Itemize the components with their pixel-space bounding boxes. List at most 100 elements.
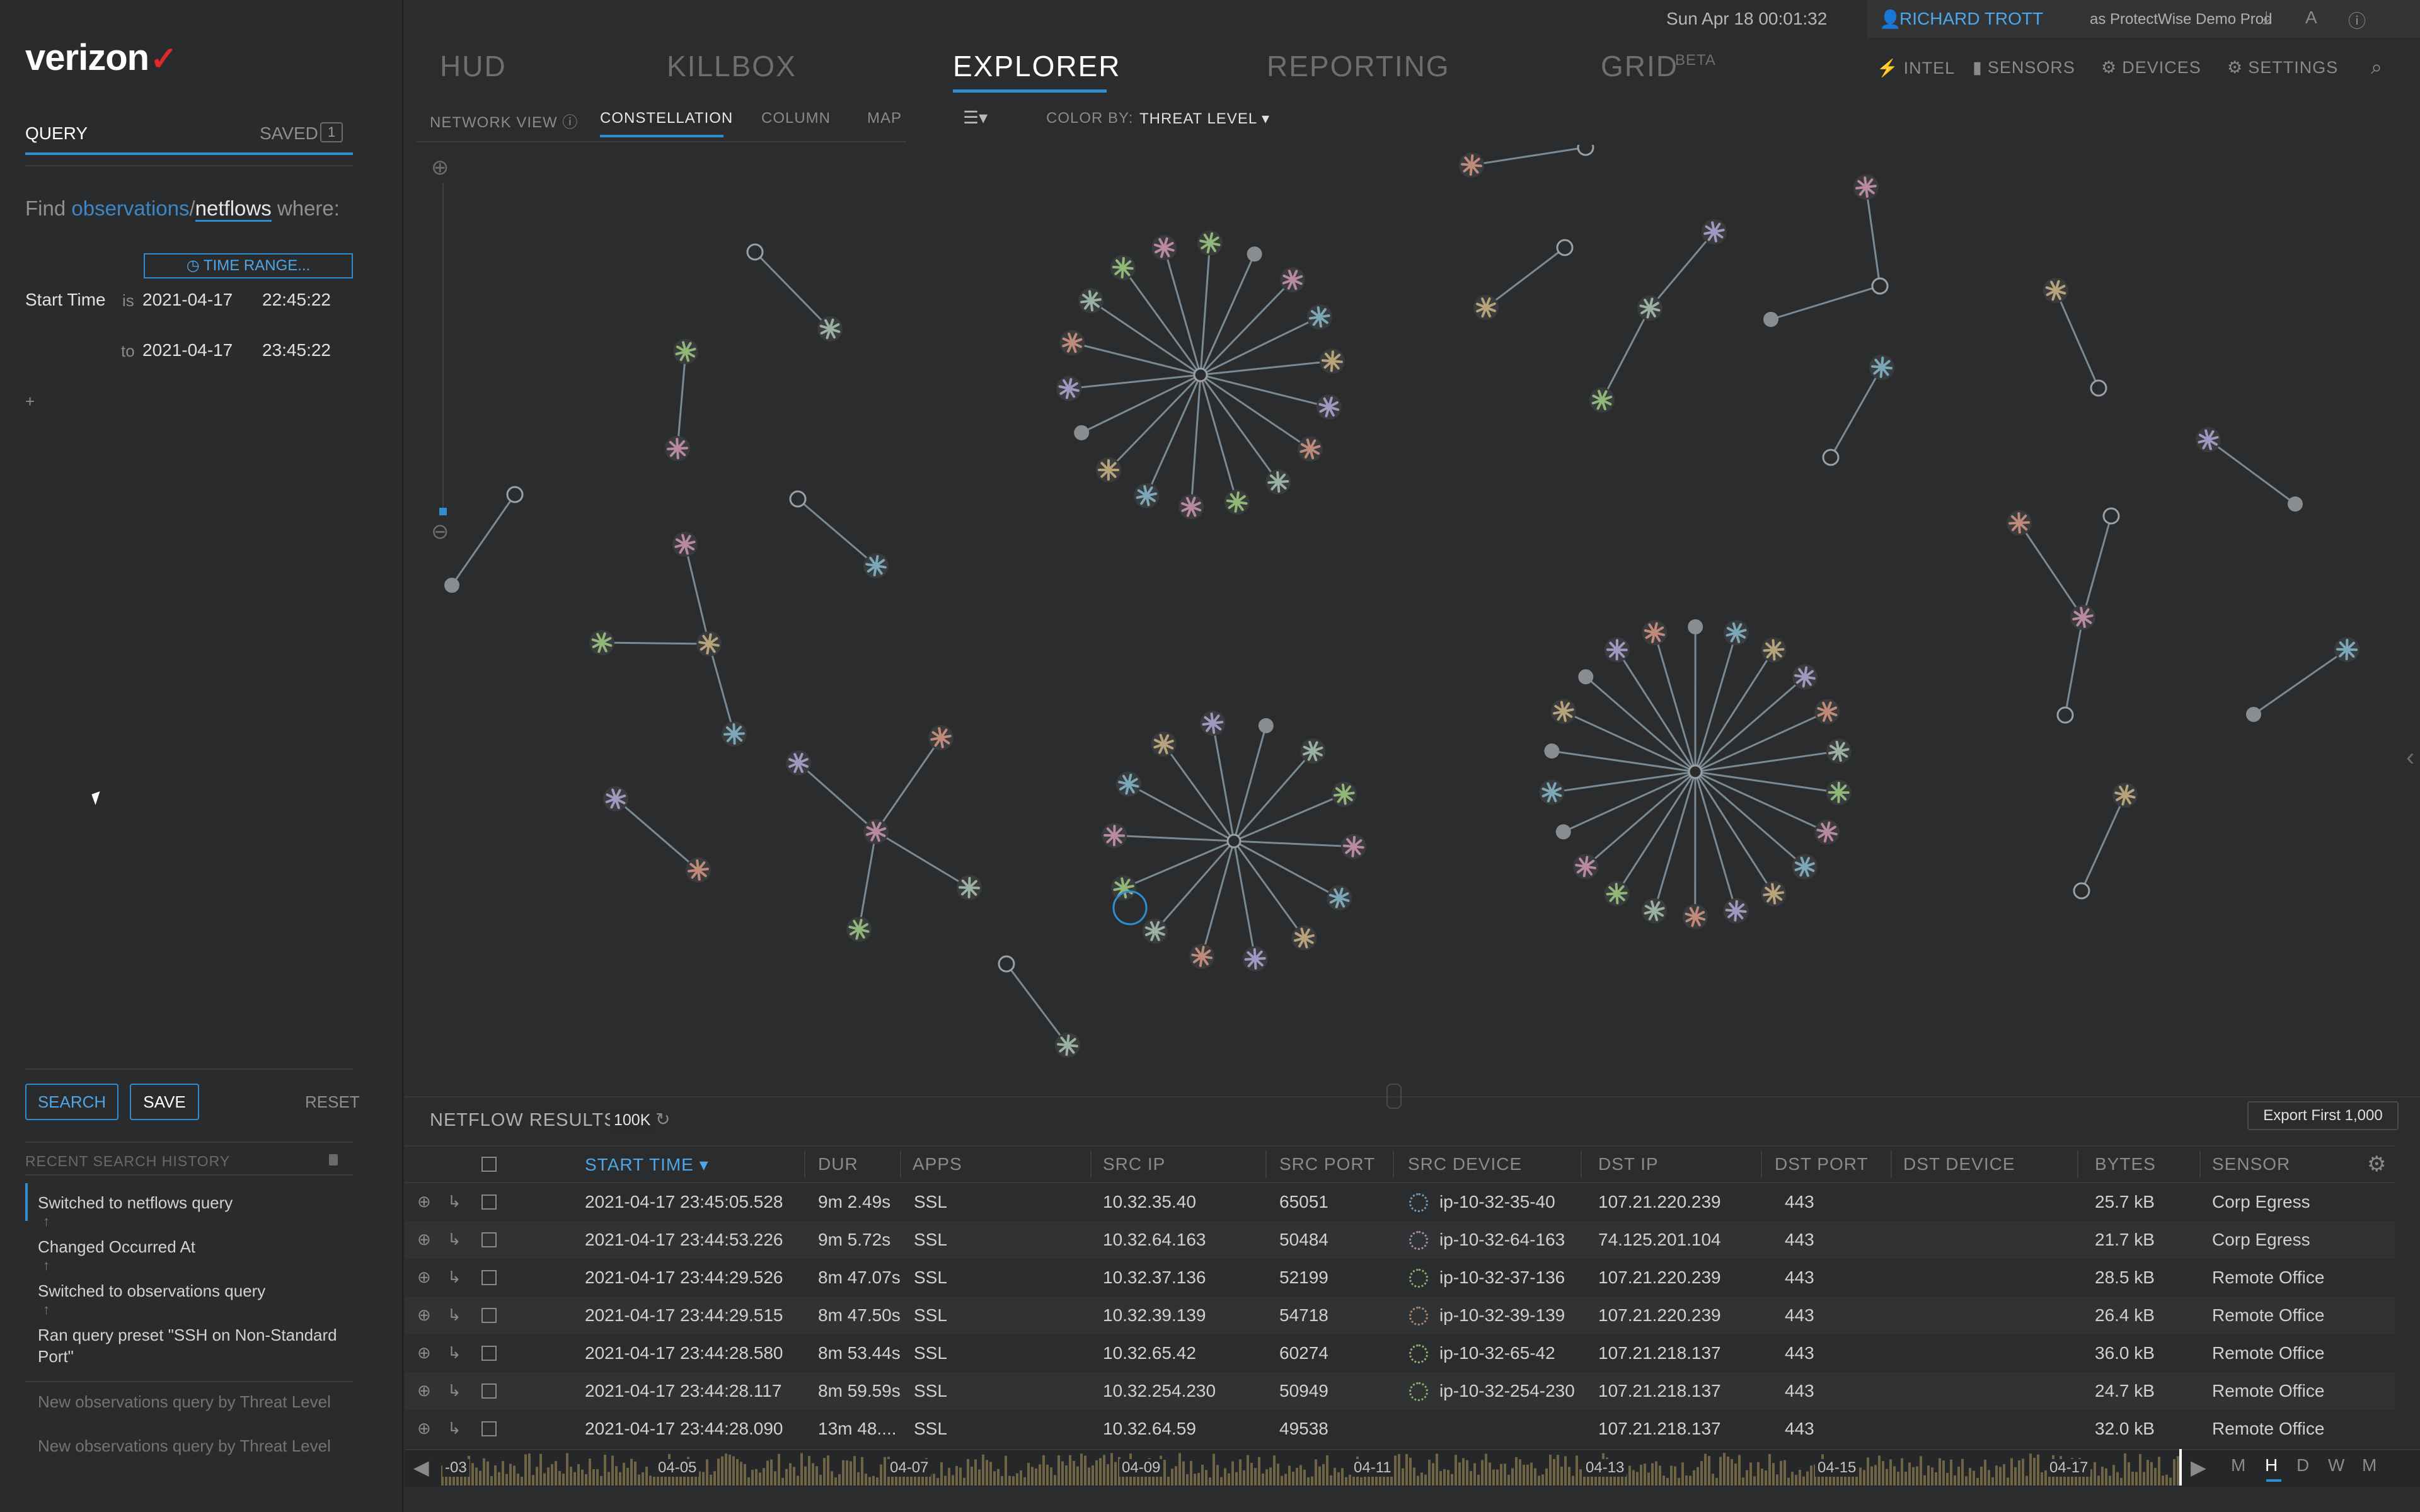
zoom-row-icon[interactable]: ⊕ (417, 1305, 431, 1325)
column-separator[interactable] (1891, 1150, 1892, 1178)
constellation-graph[interactable] (405, 145, 2420, 1090)
graph-device-node[interactable] (786, 750, 811, 776)
graph-device-node[interactable] (1306, 304, 1332, 330)
zoom-row-icon[interactable]: ⊕ (417, 1419, 431, 1438)
graph-device-node[interactable] (1331, 781, 1357, 807)
graph-device-node[interactable] (1853, 175, 1879, 200)
zoom-row-icon[interactable]: ⊕ (417, 1381, 431, 1400)
graph-node[interactable] (1074, 425, 1090, 440)
graph-device-node[interactable] (1459, 152, 1484, 178)
zoom-row-icon[interactable]: ⊕ (417, 1192, 431, 1211)
graph-device-node[interactable] (1761, 881, 1787, 907)
column-separator[interactable] (2199, 1150, 2201, 1178)
graph-device-node[interactable] (1814, 699, 1840, 724)
graph-device-node[interactable] (1111, 875, 1137, 901)
zoom-row-icon[interactable]: ⊕ (417, 1343, 431, 1363)
graph-device-node[interactable] (863, 819, 889, 844)
graph-device-node[interactable] (686, 857, 711, 883)
pivot-icon[interactable]: ↳ (447, 1230, 461, 1249)
nav-sensors[interactable]: ▮ SENSORS (1973, 58, 2075, 77)
graph-device-node[interactable] (1316, 394, 1342, 420)
pivot-icon[interactable]: ↳ (447, 1192, 461, 1211)
graph-device-node[interactable] (1642, 620, 1668, 646)
graph-node[interactable] (1688, 619, 1703, 635)
nav-explorer[interactable]: EXPLORER (953, 49, 1121, 83)
column-header-src-ip[interactable]: SRC IP (1103, 1154, 1165, 1174)
graph-node-external[interactable] (1556, 239, 1574, 256)
column-separator[interactable] (1265, 1150, 1267, 1178)
graph-device-node[interactable] (1189, 944, 1215, 970)
zoom-slider[interactable] (442, 183, 444, 510)
reset-button[interactable]: RESET (305, 1092, 360, 1112)
column-header-sensor[interactable]: SENSOR (2212, 1154, 2290, 1174)
graph-device-node[interactable] (1280, 267, 1306, 293)
graph-node-external[interactable] (1871, 277, 1889, 295)
graph-device-node[interactable] (1151, 235, 1177, 261)
history-item[interactable]: Ran query preset "SSH on Non-Standard Po… (38, 1324, 353, 1367)
graph-device-node[interactable] (589, 630, 614, 655)
zoom-row-icon[interactable]: ⊕ (417, 1230, 431, 1249)
scale-month[interactable]: M (2231, 1455, 2245, 1475)
search-button[interactable]: SEARCH (25, 1084, 118, 1120)
gear-icon[interactable]: ⚙ (2367, 1152, 2386, 1177)
timeline-cursor[interactable] (2179, 1449, 2182, 1486)
history-item[interactable]: Switched to observations query (38, 1280, 353, 1302)
graph-device-node[interactable] (1723, 620, 1749, 646)
row-checkbox[interactable] (481, 1346, 497, 1361)
info-icon[interactable]: ⓘ (562, 114, 578, 131)
graph-device-node[interactable] (1604, 637, 1630, 663)
graph-device-node[interactable] (957, 875, 982, 900)
graph-device-node[interactable] (1142, 918, 1168, 944)
graph-device-node[interactable] (2112, 782, 2138, 808)
graph-node-external[interactable] (2073, 882, 2090, 900)
graph-device-node[interactable] (1115, 771, 1141, 797)
scale-day[interactable]: D (2296, 1455, 2309, 1475)
graph-device-node[interactable] (1197, 230, 1223, 256)
scale-week[interactable]: W (2328, 1455, 2344, 1475)
graph-node[interactable] (1578, 669, 1594, 685)
graph-node[interactable] (2288, 496, 2303, 512)
row-checkbox[interactable] (481, 1308, 497, 1323)
column-header-dur[interactable]: DUR (818, 1154, 858, 1174)
nav-settings[interactable]: ⚙ SETTINGS (2227, 58, 2338, 77)
nav-killbox[interactable]: KILLBOX (667, 49, 797, 83)
graph-hub-node[interactable] (1226, 833, 1242, 849)
column-header-src-device[interactable]: SRC DEVICE (1408, 1154, 1522, 1174)
graph-device-node[interactable] (672, 532, 698, 557)
graph-device-node[interactable] (1055, 1033, 1080, 1058)
trash-icon[interactable] (329, 1154, 338, 1166)
graph-device-node[interactable] (1300, 738, 1326, 764)
graph-hub-node[interactable] (1193, 367, 1208, 382)
scale-hour[interactable]: H (2265, 1455, 2278, 1475)
row-checkbox[interactable] (481, 1383, 497, 1399)
time-range-button[interactable]: ◷ TIME RANGE... (144, 253, 353, 278)
graph-device-node[interactable] (1340, 833, 1366, 859)
netflows-link[interactable]: netflows (195, 197, 272, 222)
graph-device-node[interactable] (1059, 329, 1085, 355)
graph-device-node[interactable] (1814, 819, 1840, 845)
graph-device-node[interactable] (2007, 510, 2032, 536)
history-item[interactable]: Changed Occurred At (38, 1236, 353, 1257)
tab-constellation[interactable]: CONSTELLATION (600, 110, 733, 127)
observations-link[interactable]: observations (71, 197, 189, 220)
graph-device-node[interactable] (1826, 779, 1852, 805)
graph-device-node[interactable] (863, 553, 889, 578)
nav-devices[interactable]: ⚙ DEVICES (2101, 58, 2201, 77)
help-icon[interactable]: ⓘ (2348, 8, 2366, 33)
graph-device-node[interactable] (2196, 427, 2221, 452)
save-button[interactable]: SAVE (130, 1084, 199, 1120)
nav-grid[interactable]: GRID (1601, 49, 1678, 83)
graph-device-node[interactable] (1473, 295, 1499, 320)
nav-hud[interactable]: HUD (440, 49, 507, 83)
graph-hub-node[interactable] (1688, 764, 1703, 779)
zoom-in-icon[interactable]: ⊕ (431, 155, 449, 180)
tab-column[interactable]: COLUMN (761, 110, 831, 127)
graph-node[interactable] (1555, 824, 1571, 840)
graph-device-node[interactable] (1095, 457, 1121, 483)
row-checkbox[interactable] (481, 1421, 497, 1436)
column-header-src-port[interactable]: SRC PORT (1279, 1154, 1375, 1174)
graph-device-node[interactable] (1723, 898, 1749, 924)
pivot-icon[interactable]: ↳ (447, 1419, 461, 1438)
column-separator[interactable] (804, 1150, 805, 1178)
row-checkbox[interactable] (481, 1194, 497, 1210)
